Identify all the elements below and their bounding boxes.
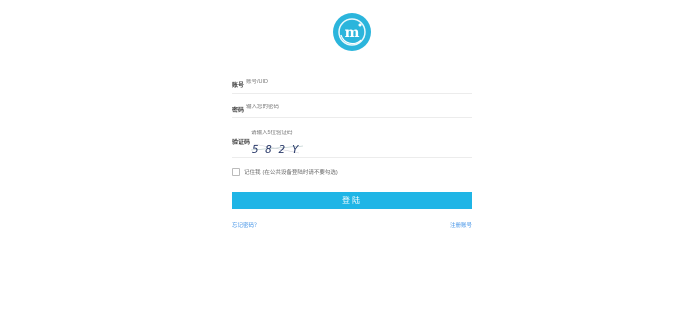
password-input[interactable] xyxy=(246,104,446,110)
account-label: 账号 xyxy=(232,83,245,89)
captcha-divider xyxy=(232,157,472,158)
remember-label: 记住我 xyxy=(244,170,261,176)
password-label: 密码 xyxy=(232,108,245,114)
account-input[interactable] xyxy=(246,79,446,85)
forgot-password-link[interactable]: 忘记密码？ xyxy=(232,221,260,229)
captcha-image[interactable]: 5 8 2 Y 4 xyxy=(251,141,303,156)
password-divider xyxy=(232,117,472,118)
brand-logo-icon: m xyxy=(338,18,366,46)
remember-hint: (在公共设备登陆时请不要勾选) xyxy=(262,170,338,176)
svg-text:m: m xyxy=(345,25,360,41)
brand-logo: m xyxy=(333,13,371,51)
login-button[interactable]: 登陆 xyxy=(232,192,472,209)
captcha-label: 验证码 xyxy=(232,140,251,146)
account-divider xyxy=(232,93,472,94)
captcha-text: 5 8 2 Y 4 xyxy=(252,143,303,156)
remember-me[interactable]: 记住我 (在公共设备登陆时请不要勾选) xyxy=(232,168,338,176)
captcha-input[interactable] xyxy=(251,130,401,136)
remember-checkbox[interactable] xyxy=(232,168,240,176)
register-link[interactable]: 注册账号 xyxy=(450,221,472,229)
